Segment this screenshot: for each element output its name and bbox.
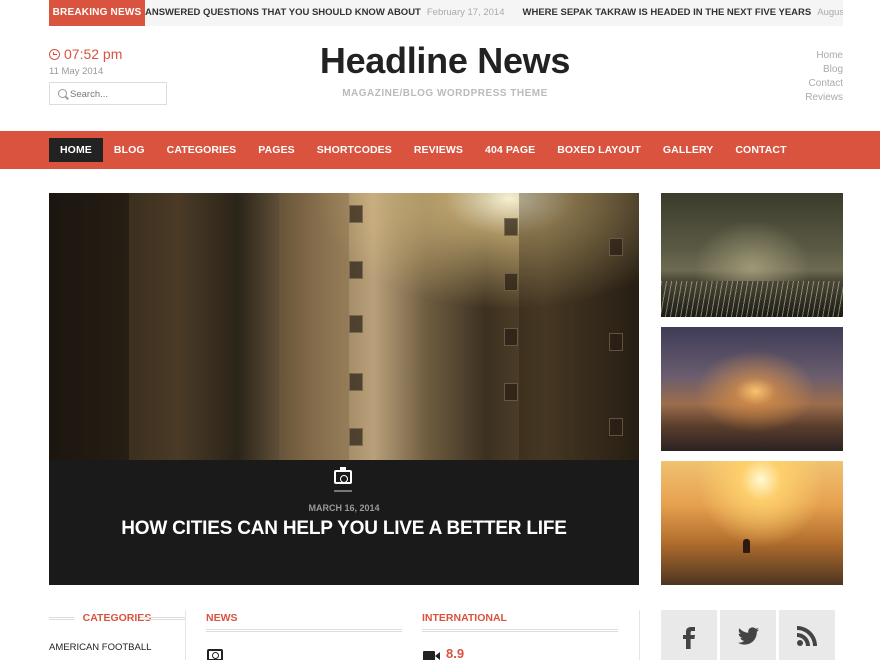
nav-item-reviews[interactable]: REVIEWS — [403, 138, 474, 162]
category-item[interactable]: AMERICAN FOOTBALL — [49, 642, 151, 653]
featured-post[interactable]: MARCH 16, 2014 HOW CITIES CAN HELP YOU L… — [49, 193, 639, 585]
divider — [422, 629, 618, 633]
site-title[interactable]: Headline News — [0, 40, 880, 82]
featured-post-image[interactable] — [49, 193, 639, 460]
video-icon — [423, 651, 440, 660]
camera-icon — [334, 467, 352, 484]
rss-icon — [797, 626, 817, 646]
divider — [206, 629, 402, 633]
nav-item-404-page[interactable]: 404 PAGE — [474, 138, 546, 162]
nav-item-shortcodes[interactable]: SHORTCODES — [306, 138, 403, 162]
main-nav: HOME BLOG CATEGORIES PAGES SHORTCODES REVIEWS… — [0, 131, 880, 169]
thumbnail-post-2[interactable] — [661, 327, 843, 451]
thumbnail-post-1[interactable] — [661, 193, 843, 317]
facebook-button[interactable] — [661, 610, 717, 660]
breaking-news-label: BREAKING NEWS — [49, 0, 145, 26]
nav-item-boxed-layout[interactable]: BOXED LAYOUT — [546, 138, 652, 162]
divider — [334, 490, 352, 492]
nav-item-pages[interactable]: PAGES — [247, 138, 305, 162]
top-link-contact[interactable]: Contact — [805, 77, 843, 91]
top-links: Home Blog Contact Reviews — [805, 49, 843, 105]
top-link-blog[interactable]: Blog — [805, 63, 843, 77]
facebook-icon — [683, 627, 695, 649]
featured-post-caption: MARCH 16, 2014 HOW CITIES CAN HELP YOU L… — [49, 460, 639, 585]
review-score: 8.9 — [446, 646, 465, 660]
breaking-news-ticker: ANSWERED QUESTIONS THAT YOU SHOULD KNOW … — [145, 0, 843, 26]
top-link-reviews[interactable]: Reviews — [805, 91, 843, 105]
international-heading: INTERNATIONAL — [422, 612, 507, 624]
nav-item-blog[interactable]: BLOG — [103, 138, 156, 162]
ticker-date: February 17, 2014 — [426, 7, 505, 18]
twitter-icon — [738, 627, 759, 645]
camera-icon — [207, 649, 223, 660]
ticker-headline[interactable]: ANSWERED QUESTIONS THAT YOU SHOULD KNOW … — [145, 0, 421, 26]
news-heading: NEWS — [206, 612, 238, 624]
featured-post-date: MARCH 16, 2014 — [308, 503, 380, 513]
divider — [140, 617, 185, 621]
site-tagline: MAGAZINE/BLOG WORDPRESS THEME — [342, 88, 548, 99]
rss-button[interactable] — [779, 610, 835, 660]
divider — [639, 610, 640, 660]
breaking-news-bar: BREAKING NEWS ANSWERED QUESTIONS THAT YO… — [49, 0, 843, 26]
ticker-date: August 19, 2013 — [817, 7, 843, 18]
twitter-button[interactable] — [720, 610, 776, 660]
top-link-home[interactable]: Home — [805, 49, 843, 63]
nav-item-contact[interactable]: CONTACT — [724, 138, 797, 162]
nav-item-home[interactable]: HOME — [49, 138, 103, 162]
thumbnail-post-3[interactable] — [661, 461, 843, 585]
ticker-headline[interactable]: WHERE SEPAK TAKRAW IS HEADED IN THE NEXT… — [523, 0, 812, 26]
featured-post-title[interactable]: HOW CITIES CAN HELP YOU LIVE A BETTER LI… — [49, 518, 639, 540]
nav-item-categories[interactable]: CATEGORIES — [156, 138, 248, 162]
divider — [185, 610, 186, 660]
nav-item-gallery[interactable]: GALLERY — [652, 138, 724, 162]
